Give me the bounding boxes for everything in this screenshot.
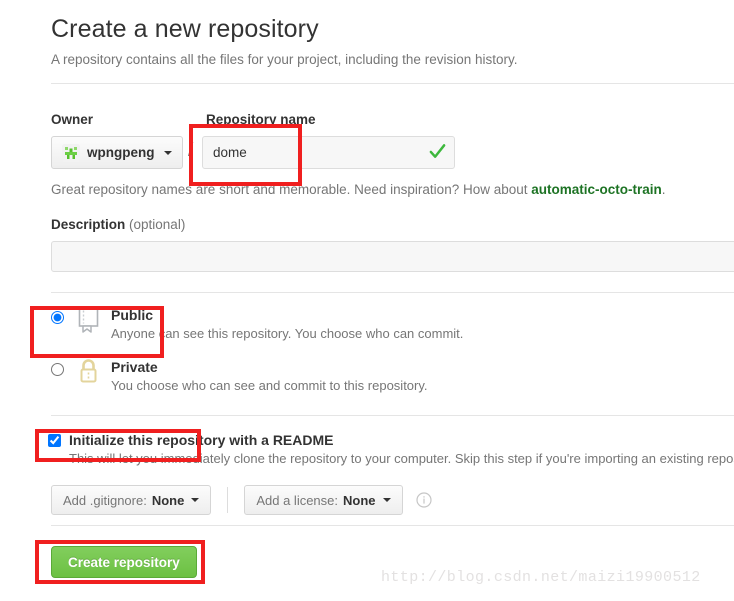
check-icon (429, 144, 446, 158)
visibility-radio-public[interactable] (51, 311, 64, 324)
identicon-avatar-icon (62, 143, 80, 162)
repository-name-label: Repository name (206, 112, 316, 127)
selector-divider (227, 487, 229, 513)
owner-label: Owner (51, 112, 94, 127)
owner-dropdown-button[interactable]: wpngpeng (51, 136, 183, 169)
visibility-title-public: Public (111, 307, 154, 323)
visibility-title-private: Private (111, 359, 158, 375)
gitignore-value: None (151, 492, 185, 508)
hint-suffix: . (661, 182, 666, 197)
readme-title: Initialize this repository with a README (69, 432, 334, 448)
description-input[interactable] (51, 241, 734, 272)
gitignore-dropdown-button[interactable]: Add .gitignore: None (51, 485, 212, 515)
divider-visibility (51, 415, 734, 416)
owner-name: wpngpeng (87, 145, 155, 160)
create-repository-page: Create a new repository A repository con… (0, 0, 734, 601)
owner-repo-separator: / (188, 140, 194, 161)
caret-down-icon (382, 498, 391, 502)
create-repository-button[interactable]: Create repository (51, 546, 197, 578)
visibility-description-private: You choose who can see and commit to thi… (111, 378, 428, 393)
readme-checkbox[interactable] (48, 434, 61, 447)
page-title: Create a new repository (51, 15, 319, 43)
description-optional-text: (optional) (129, 217, 186, 232)
license-label: Add a license: (256, 492, 339, 508)
license-value: None (343, 492, 376, 508)
hint-prefix: Great repository names are short and mem… (51, 182, 532, 197)
repo-book-icon (78, 307, 99, 333)
page-subtitle: A repository contains all the files for … (51, 52, 518, 67)
page-header: Create a new repository A repository con… (51, 14, 721, 70)
description-label-text: Description (51, 217, 126, 232)
info-circle-icon[interactable] (415, 492, 432, 508)
description-label: Description (optional) (51, 216, 185, 233)
repository-name-hint: Great repository names are short and mem… (51, 181, 666, 199)
gitignore-label: Add .gitignore: (63, 492, 147, 508)
caret-down-icon (191, 498, 200, 502)
license-dropdown-button[interactable]: Add a license: None (244, 485, 403, 515)
caret-down-icon (163, 150, 172, 155)
watermark-text: http://blog.csdn.net/maizi19900512 (381, 569, 701, 586)
repository-name-input[interactable] (202, 136, 455, 169)
readme-description: This will let you immediately clone the … (69, 451, 734, 466)
suggested-name-link[interactable]: automatic-octo-train (531, 182, 662, 197)
lock-icon (80, 359, 97, 383)
divider-submit (51, 525, 734, 526)
visibility-radio-private[interactable] (51, 363, 64, 376)
divider-header (51, 83, 734, 84)
divider-description (51, 292, 734, 293)
template-selectors: Add .gitignore: None Add a license: None (51, 485, 432, 515)
visibility-description-public: Anyone can see this repository. You choo… (111, 326, 464, 341)
